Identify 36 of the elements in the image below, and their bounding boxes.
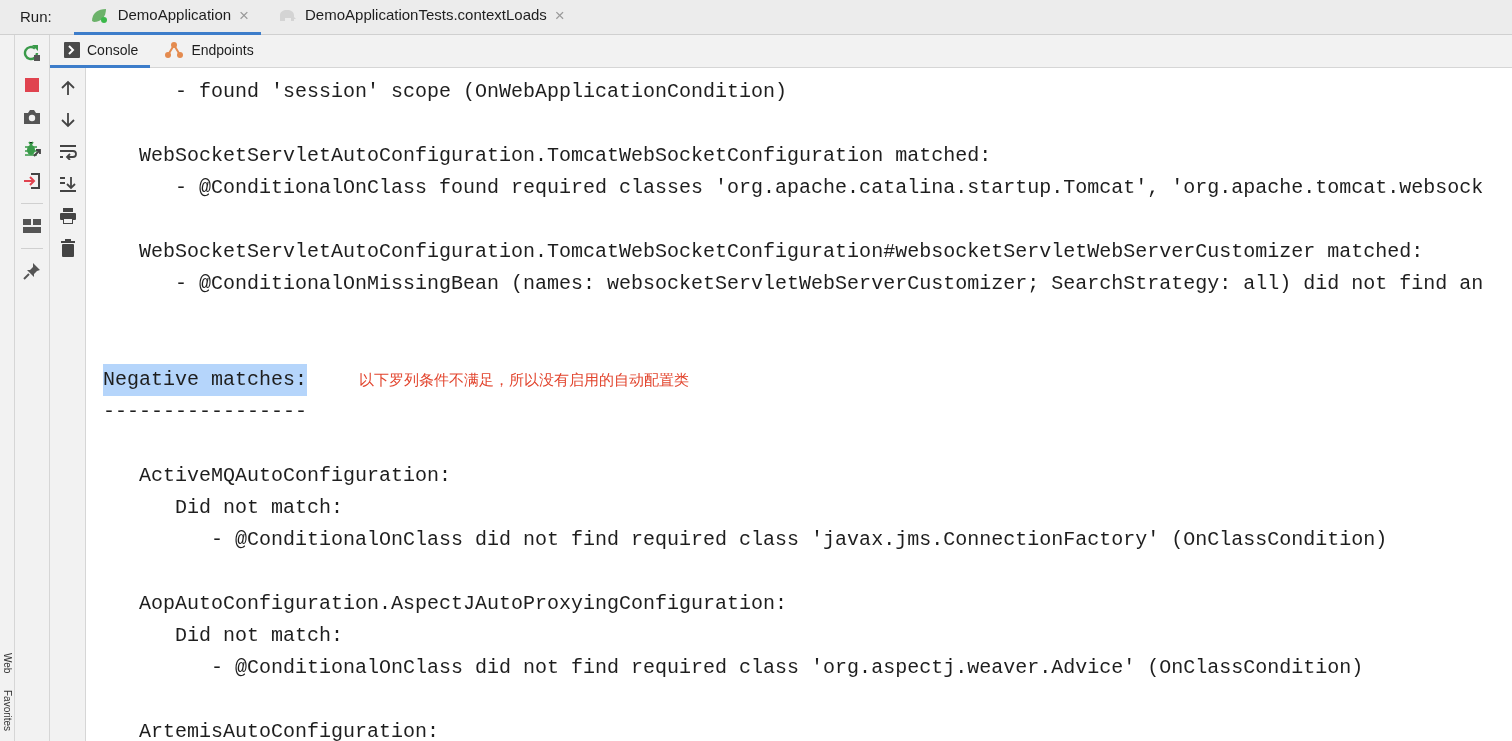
layout-icon[interactable] — [23, 219, 41, 233]
console-line: - @ConditionalOnClass did not find required class 'org.aspectj.weaver.Advice' (OnClassCondition) — [210, 655, 1364, 681]
console-line: ArtemisAutoConfiguration: — [138, 719, 440, 741]
console-line: ActiveMQAutoConfiguration: — [138, 463, 452, 489]
console-line: WebSocketServletAutoConfiguration.TomcatWebSocketConfiguration#websocketServletWebServerCustomizer matched: — [138, 239, 1424, 265]
console-tab[interactable]: Endpoints — [150, 35, 266, 68]
console-line: Did not match: — [174, 495, 344, 521]
up-arrow-icon[interactable] — [60, 80, 75, 96]
trash-icon[interactable] — [60, 239, 75, 257]
run-label: Run: — [19, 6, 53, 27]
console-line: AopAutoConfiguration.AspectJAutoProxyingConfiguration: — [138, 591, 788, 617]
console-icon — [64, 42, 80, 58]
camera-icon[interactable] — [23, 109, 41, 125]
endpoints-icon — [164, 41, 185, 59]
pin-icon[interactable] — [23, 262, 41, 280]
run-tab[interactable]: DemoApplicationTests.contextLoads × — [261, 0, 577, 35]
down-arrow-icon[interactable] — [60, 112, 75, 128]
console-line: - @ConditionalOnClass did not find required class 'javax.jms.ConnectionFactory' (OnClassCondition) — [210, 527, 1388, 553]
exit-icon[interactable] — [23, 172, 41, 190]
console-line: - found 'session' scope (OnWebApplicationCondition) — [174, 79, 788, 105]
console-line: - @ConditionalOnClass found required classes 'org.apache.catalina.startup.Tomcat', 'org.apache.tomcat.websock — [174, 175, 1484, 201]
side-tab[interactable]: Favorites — [0, 689, 14, 731]
bug-icon[interactable] — [23, 140, 41, 158]
side-tab[interactable]: Web — [0, 653, 14, 674]
console-line: WebSocketServletAutoConfiguration.TomcatWebSocketConfiguration matched: — [138, 143, 992, 169]
console-line: Did not match: — [174, 623, 344, 649]
console-line: ----------------- — [103, 399, 308, 425]
highlighted-text: Negative matches: — [103, 364, 308, 396]
rerun-icon[interactable] — [23, 44, 41, 62]
scroll-to-end-icon[interactable] — [58, 176, 77, 192]
console-line: - @ConditionalOnMissingBean (names: websocketServletWebServerCustomizer; SearchStrategy: all) did not find an — [174, 271, 1484, 297]
print-icon[interactable] — [58, 207, 77, 225]
soft-wrap-icon[interactable] — [58, 144, 77, 160]
elephant-icon — [277, 8, 298, 23]
spring-leaf-icon — [89, 6, 110, 25]
annotation-text: 以下罗列条件不满足，所以没有启用的自动配置类 — [359, 370, 690, 391]
